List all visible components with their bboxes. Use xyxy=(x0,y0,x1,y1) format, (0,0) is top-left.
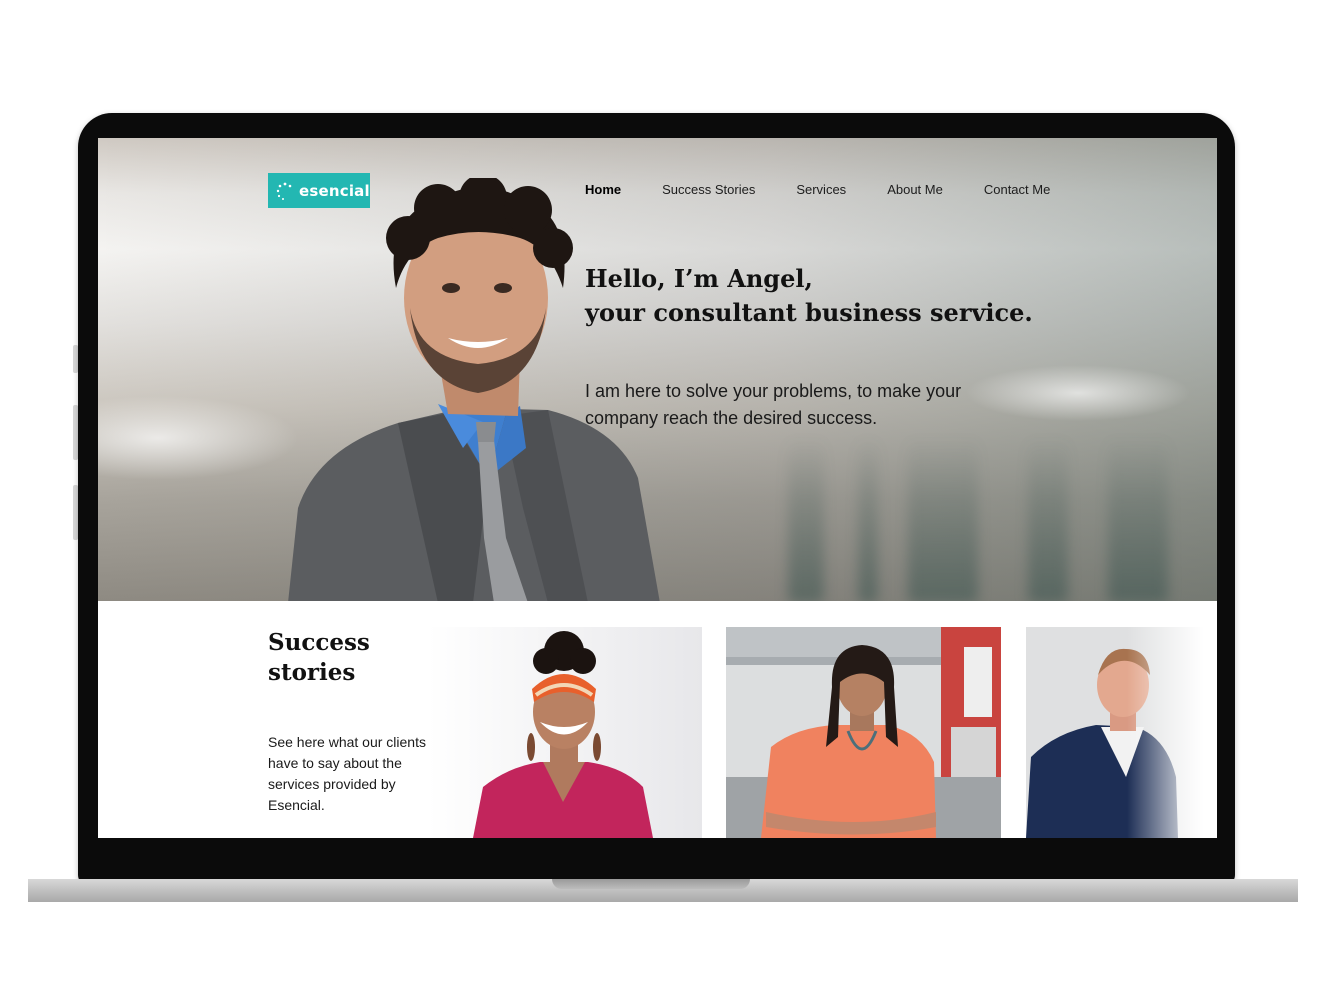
hero-subtitle: I am here to solve your problems, to mak… xyxy=(585,381,962,428)
laptop-screen: esencial Home Success Stories Services A… xyxy=(98,138,1217,838)
story-card-2[interactable] xyxy=(726,627,1001,838)
background-blur xyxy=(1028,438,1068,601)
carousel-fade xyxy=(1127,627,1217,838)
brand-name: esencial xyxy=(299,181,370,200)
logo-dots-icon xyxy=(276,182,292,200)
nav-success-stories[interactable]: Success Stories xyxy=(662,182,755,197)
nav-home[interactable]: Home xyxy=(585,182,621,197)
background-blur xyxy=(788,438,824,601)
stories-title-line-1: Success xyxy=(268,629,370,656)
hero-title-line-1: Hello, I’m Angel, xyxy=(585,264,813,293)
hero-title: Hello, I’m Angel, your consultant busine… xyxy=(585,262,1105,330)
hero-title-line-2: your consultant business service. xyxy=(585,298,1033,327)
story-card-1[interactable] xyxy=(428,627,702,838)
stories-title: Success stories xyxy=(268,628,438,688)
laptop-notch xyxy=(552,879,750,889)
stories-description: See here what our clients have to say ab… xyxy=(268,734,426,813)
client-photo-1 xyxy=(428,627,702,838)
esencial-logo[interactable]: esencial xyxy=(268,173,370,208)
stories-title-line-2: stories xyxy=(268,659,356,686)
nav-about-me[interactable]: About Me xyxy=(887,182,943,197)
nav-services[interactable]: Services xyxy=(796,182,846,197)
nav-contact-me[interactable]: Contact Me xyxy=(984,182,1050,197)
hero-section: esencial Home Success Stories Services A… xyxy=(98,138,1217,601)
client-photo-2 xyxy=(726,627,1001,838)
main-nav: Home Success Stories Services About Me C… xyxy=(585,182,1050,197)
background-blur xyxy=(1108,438,1168,601)
story-card-3[interactable] xyxy=(1026,627,1217,838)
background-blur xyxy=(908,438,978,601)
background-blur xyxy=(858,438,878,601)
